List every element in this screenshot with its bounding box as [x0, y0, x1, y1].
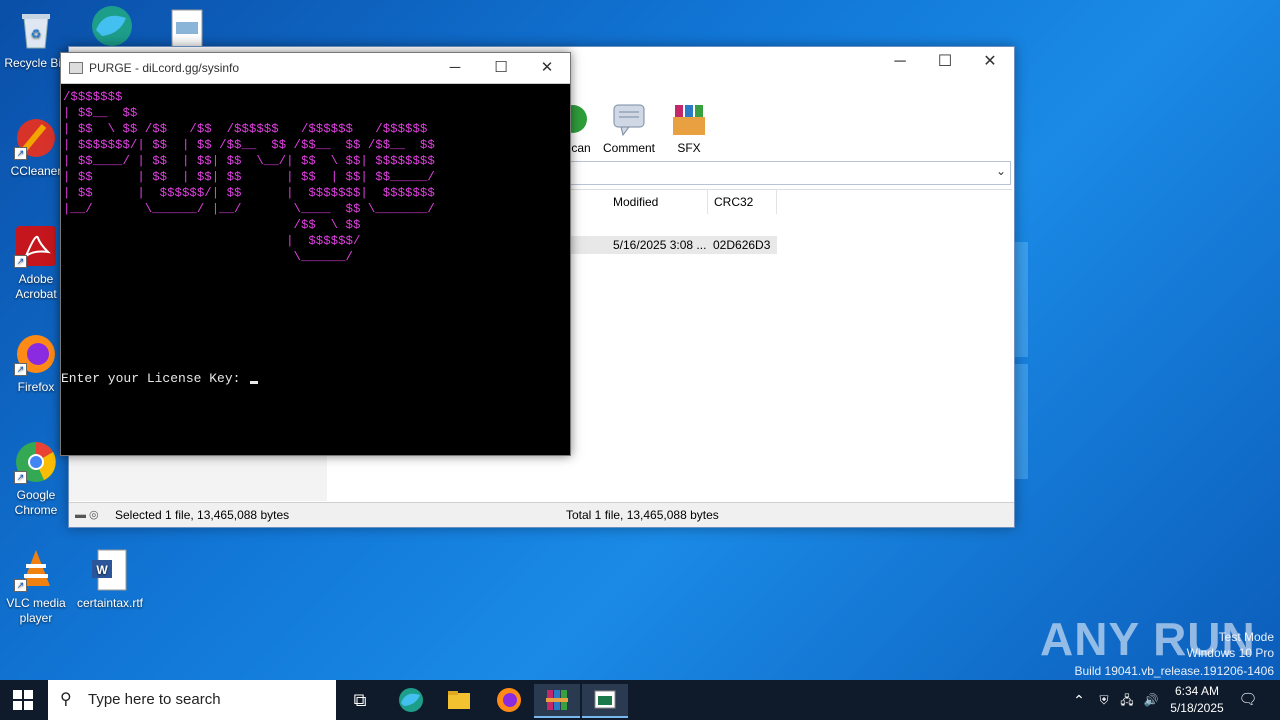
desktop-icon-certaintax[interactable]: W certaintax.rtf: [74, 548, 146, 611]
column-header-modified[interactable]: Modified: [607, 190, 708, 214]
desktop-icon-label: VLC media player: [6, 596, 66, 625]
status-left: Selected 1 file, 13,465,088 bytes: [115, 508, 290, 522]
cell-modified: 5/16/2025 3:08 ...: [613, 238, 707, 252]
wallpaper-beam: [1014, 242, 1028, 357]
winrar-icon: [546, 690, 568, 710]
search-icon: ⚲: [60, 691, 72, 708]
tray-volume-icon[interactable]: 🔊: [1140, 680, 1162, 720]
windows-logo-icon: [13, 690, 33, 710]
firefox-icon: [497, 688, 521, 712]
adobe-acrobat-icon: ↗: [14, 224, 58, 268]
chrome-icon: ↗: [14, 440, 58, 484]
svg-text:W: W: [96, 563, 108, 577]
recycle-bin-icon: ♻: [14, 8, 58, 52]
tray-chevron-icon[interactable]: ⌃: [1068, 680, 1090, 720]
vlc-icon: ↗: [14, 548, 58, 592]
ccleaner-icon: ↗: [14, 116, 58, 160]
notification-center-icon[interactable]: 🗨: [1234, 680, 1262, 720]
drive-icon: ▬ ◎: [75, 509, 99, 521]
clock-time: 6:34 AM: [1174, 684, 1220, 698]
console-maximize-button[interactable]: ☐: [481, 58, 521, 80]
path-dropdown[interactable]: ⌄: [569, 161, 1011, 185]
taskbar-file-explorer-button[interactable]: [436, 684, 482, 716]
watermark-line1: Test Mode: [1218, 630, 1274, 644]
prompt-text: Enter your License Key:: [61, 371, 249, 386]
close-button[interactable]: ✕: [967, 51, 1013, 75]
taskbar-winrar-button[interactable]: [534, 684, 580, 718]
taskbar-console-button[interactable]: [582, 684, 628, 718]
sfx-icon: [671, 101, 707, 137]
console-icon: [594, 690, 616, 709]
tray-network-icon[interactable]: 🖧: [1116, 680, 1138, 720]
cell-crc32: 02D626D3: [713, 238, 771, 252]
comment-icon: [611, 101, 647, 137]
console-app-icon: [69, 62, 83, 74]
wallpaper-beam: [1014, 364, 1028, 479]
watermark-line3: Build 19041.vb_release.191206-1406: [1074, 664, 1275, 678]
column-header-crc32[interactable]: CRC32: [708, 190, 777, 214]
shortcut-arrow-icon: ↗: [14, 363, 27, 376]
firefox-icon: ↗: [14, 332, 58, 376]
status-right: Total 1 file, 13,465,088 bytes: [566, 508, 719, 522]
license-key-prompt[interactable]: Enter your License Key:: [61, 371, 259, 386]
svg-text:♻: ♻: [31, 27, 42, 41]
watermark-line2: Windows 10 Pro: [1186, 646, 1274, 660]
clock-date: 5/18/2025: [1170, 701, 1224, 715]
tray-security-icon[interactable]: ⛨: [1094, 680, 1114, 720]
shortcut-arrow-icon: ↗: [14, 255, 27, 268]
start-button[interactable]: [0, 684, 46, 716]
shortcut-arrow-icon: ↗: [14, 471, 27, 484]
desktop-icon-label: certaintax.rtf: [76, 596, 144, 610]
toolbar-label: SFX: [677, 141, 701, 155]
toolbar-sfx-button[interactable]: SFX: [659, 101, 719, 155]
word-document-icon: W: [88, 548, 132, 592]
console-title: PURGE - diLcord.gg/sysinfo: [89, 61, 240, 75]
chevron-down-icon[interactable]: ⌄: [996, 164, 1006, 178]
desktop-icon-edge[interactable]: [76, 4, 148, 52]
edge-icon: [90, 4, 134, 48]
toolbar-comment-button[interactable]: Comment: [599, 101, 659, 155]
edge-icon: [399, 688, 423, 712]
search-placeholder: Type here to search: [88, 691, 221, 708]
console-close-button[interactable]: ✕: [527, 58, 567, 80]
console-minimize-button[interactable]: ─: [435, 58, 475, 80]
shortcut-arrow-icon: ↗: [14, 579, 27, 592]
maximize-button[interactable]: ☐: [922, 51, 968, 75]
clock[interactable]: 6:34 AM 5/18/2025: [1164, 680, 1230, 720]
minimize-button[interactable]: ─: [877, 51, 923, 75]
shortcut-arrow-icon: ↗: [14, 147, 27, 160]
taskbar-edge-button[interactable]: [388, 684, 434, 716]
console-titlebar[interactable]: PURGE - diLcord.gg/sysinfo ─ ☐ ✕: [61, 53, 570, 84]
status-bar: ▬ ◎ Selected 1 file, 13,465,088 bytes To…: [69, 502, 1014, 527]
text-cursor: [250, 381, 259, 384]
ascii-art-banner: /$$$$$$$ | $$__ $$ | $$ \ $$ /$$ /$$ /$$…: [63, 90, 435, 264]
toolbar-label: Comment: [602, 141, 655, 155]
taskbar-search-box[interactable]: ⚲ Type here to search: [48, 680, 336, 720]
taskbar-firefox-button[interactable]: [486, 684, 532, 716]
task-view-button[interactable]: ⧉: [337, 684, 383, 716]
desktop-icon-vlc[interactable]: ↗ VLC media player: [0, 548, 72, 626]
taskbar: ⚲ Type here to search ⧉ ⌃ ⛨ 🖧 🔊 6:34 AM …: [0, 680, 1280, 720]
console-window[interactable]: PURGE - diLcord.gg/sysinfo ─ ☐ ✕ /$$$$$$…: [60, 52, 571, 456]
desktop-icon-label: Google Chrome: [14, 488, 58, 517]
folder-icon: [448, 691, 470, 709]
